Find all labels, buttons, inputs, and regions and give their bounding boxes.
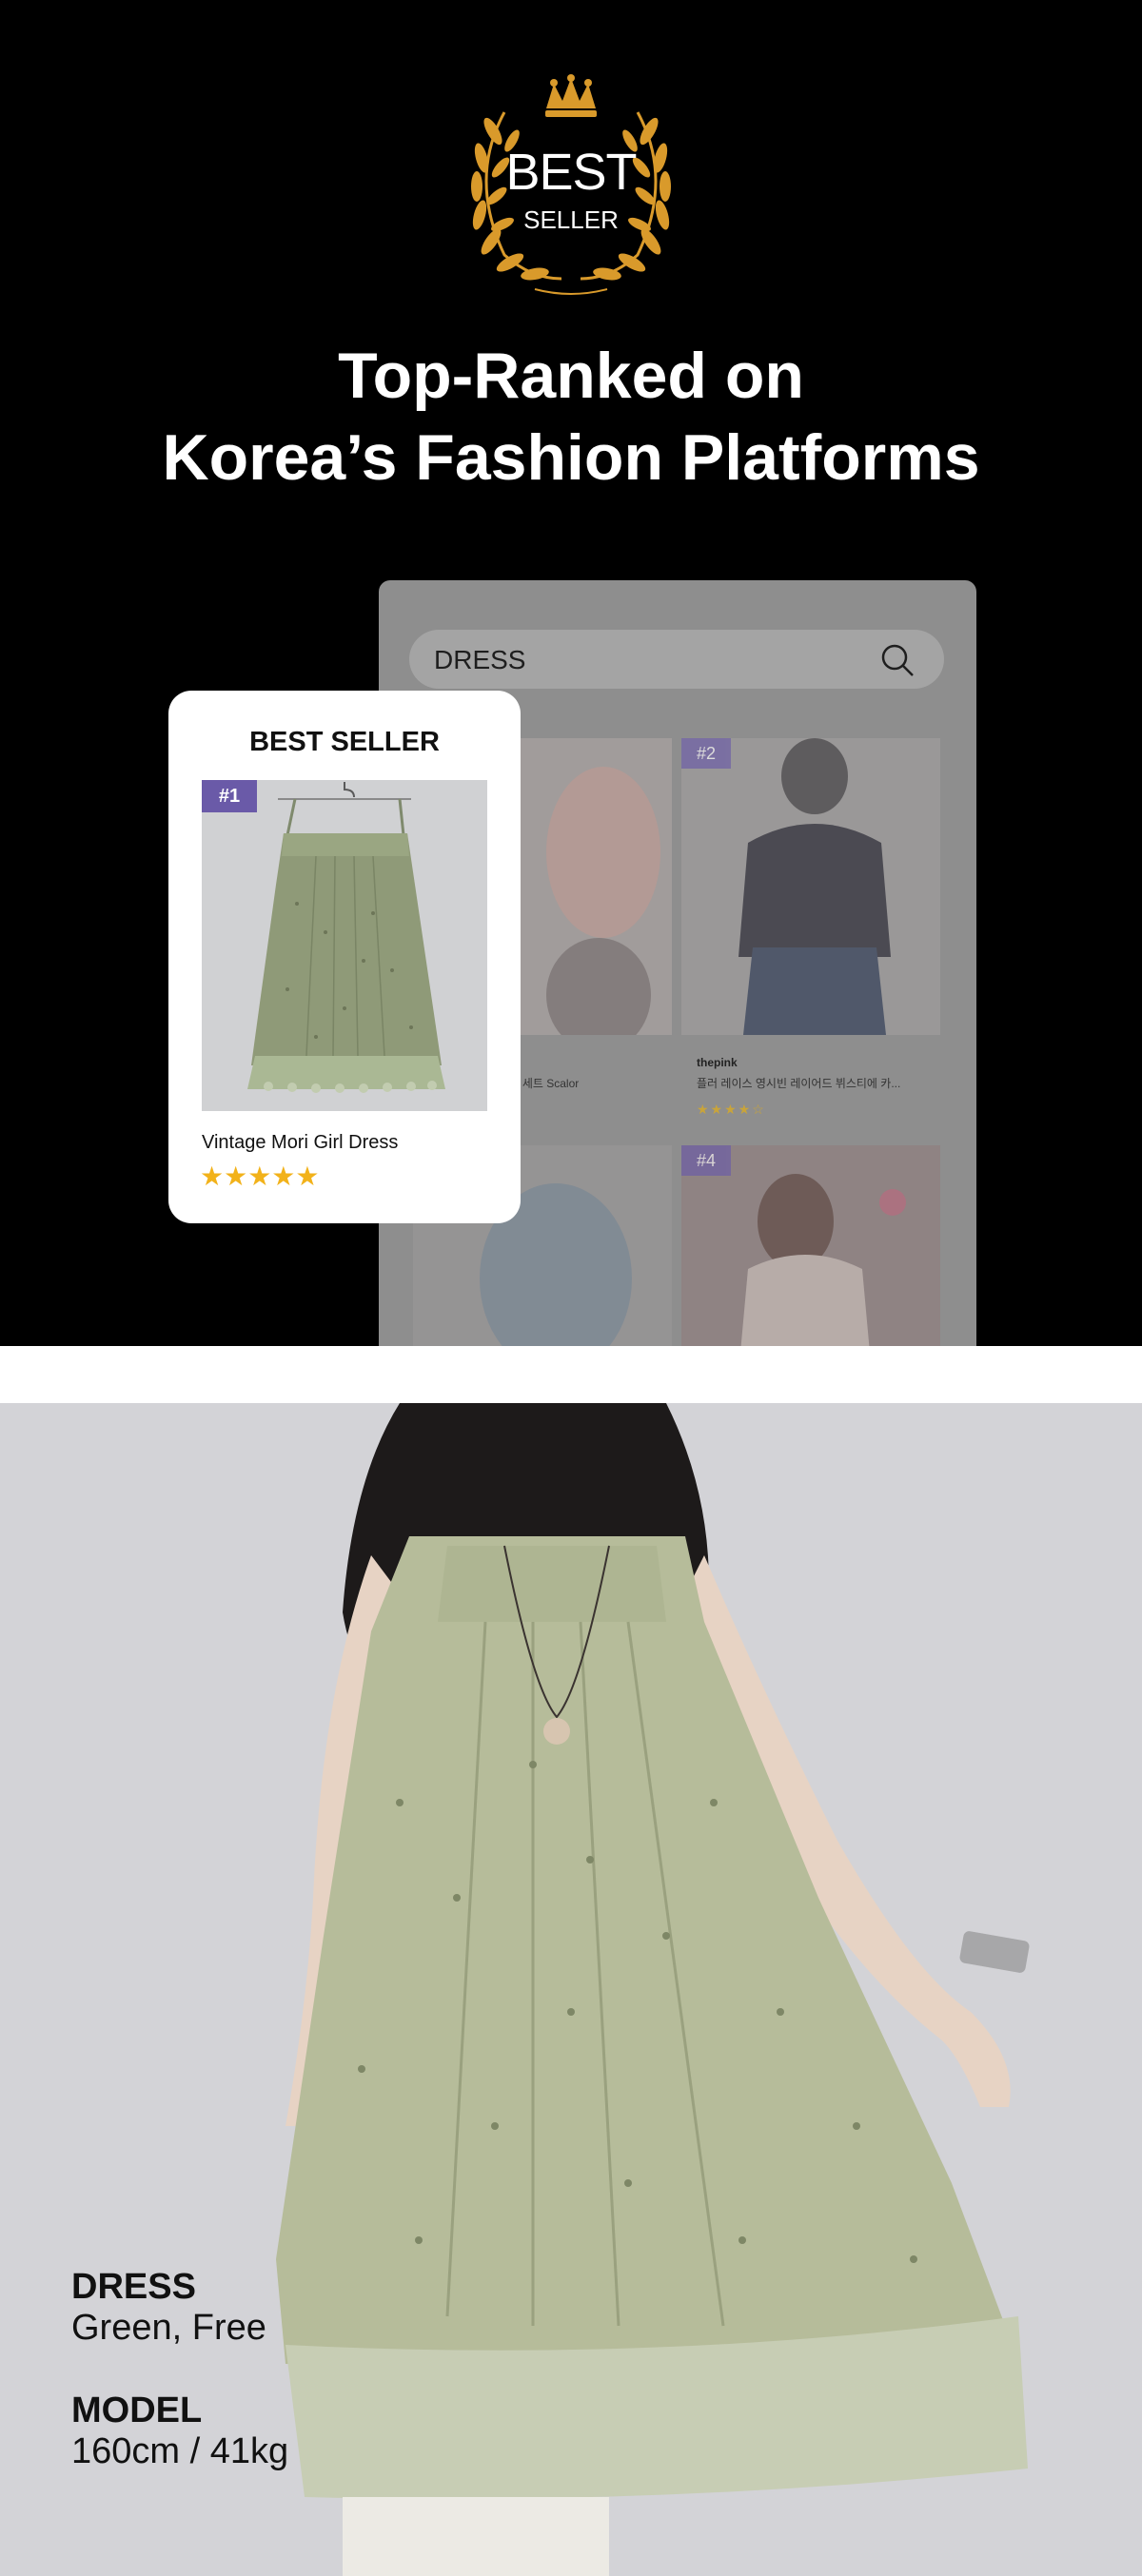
dress-label: DRESS <box>71 2267 196 2307</box>
headline: Top-Ranked on Korea’s Fashion Platforms <box>0 335 1142 498</box>
product-image[interactable] <box>202 780 487 1111</box>
search-icon[interactable] <box>879 642 916 678</box>
product-name[interactable]: Vintage Mori Girl Dress <box>202 1132 398 1154</box>
search-bar[interactable]: DRESS <box>409 630 944 689</box>
model-info: MODEL 160cm / 41kg <box>71 2391 288 2472</box>
hero-section: BEST SELLER Top-Ranked on Korea’s Fashio… <box>0 0 1142 1346</box>
rating-stars: ★★★★★ <box>200 1161 320 1191</box>
crown-icon <box>545 74 597 117</box>
product-thumbnail <box>681 738 940 1035</box>
badge-best-text: BEST <box>505 144 637 201</box>
grid-item-2-title: 플러 레이스 영시빈 레이어드 뷔스티에 카... <box>697 1077 901 1090</box>
grid-item-2-stars: ★★★★☆ <box>697 1102 766 1117</box>
headline-line-2: Korea’s Fashion Platforms <box>162 421 980 494</box>
model-photo: DRESS Green, Free MODEL 160cm / 41kg <box>0 1403 1142 2576</box>
best-seller-card[interactable]: BEST SELLER #1 Vintage Mori Girl Dress ★… <box>168 691 521 1223</box>
grid-item-2-shop: thepink <box>697 1056 738 1069</box>
grid-item-2[interactable]: #2 <box>681 738 940 1035</box>
rank-tag: #2 <box>681 738 731 769</box>
card-title: BEST SELLER <box>249 727 440 757</box>
search-input[interactable]: DRESS <box>434 645 525 675</box>
model-label: MODEL <box>71 2391 203 2430</box>
rank-badge: #1 <box>202 780 257 812</box>
dress-value: Green, Free <box>71 2308 266 2348</box>
model-value: 160cm / 41kg <box>71 2431 289 2471</box>
rank-tag: #4 <box>681 1145 731 1176</box>
grid-item-4[interactable]: #4 <box>681 1145 940 1346</box>
headline-line-1: Top-Ranked on <box>338 340 804 412</box>
dress-illustration <box>202 780 487 1111</box>
badge-seller-text: SELLER <box>523 205 619 234</box>
product-info: DRESS Green, Free <box>71 2267 266 2349</box>
best-seller-badge: BEST SELLER <box>447 74 695 301</box>
